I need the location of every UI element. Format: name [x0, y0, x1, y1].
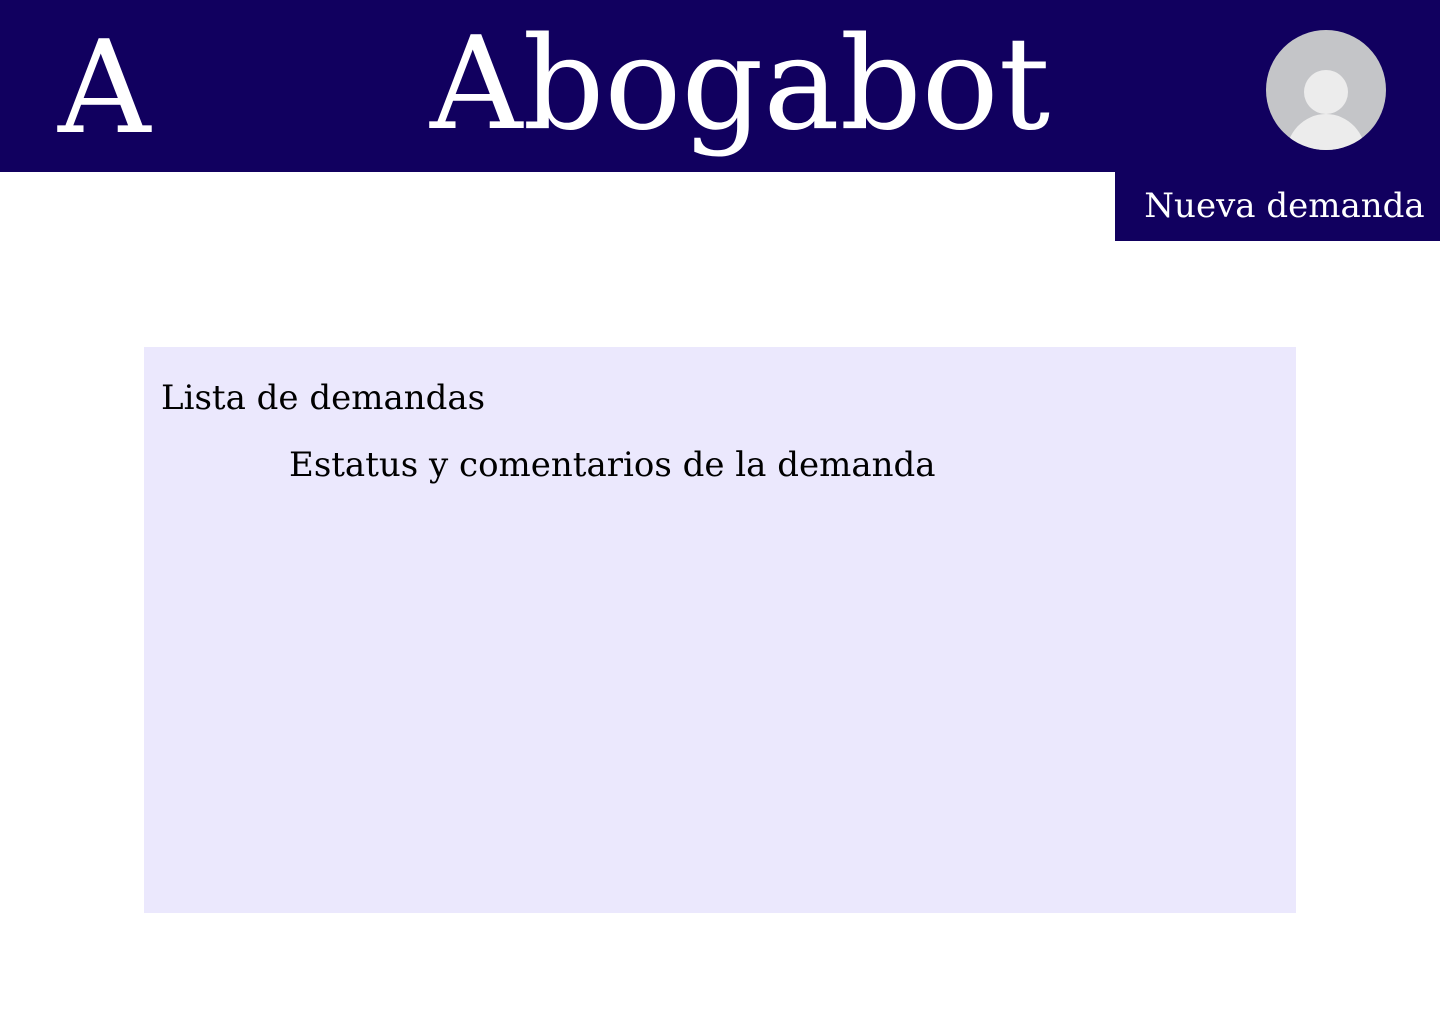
demands-list-title: Lista de demandas	[161, 378, 486, 418]
app-title: Abogabot	[430, 10, 1051, 159]
new-demand-button[interactable]: Nueva demanda	[1115, 172, 1440, 241]
demand-status-heading: Estatus y comentarios de la demanda	[289, 445, 936, 485]
demands-panel: Lista de demandas Estatus y comentarios …	[144, 347, 1296, 913]
user-avatar-icon	[1286, 70, 1366, 150]
top-header: A Abogabot	[0, 0, 1440, 172]
logo[interactable]: A	[58, 14, 150, 164]
user-avatar-button[interactable]	[1266, 30, 1386, 150]
